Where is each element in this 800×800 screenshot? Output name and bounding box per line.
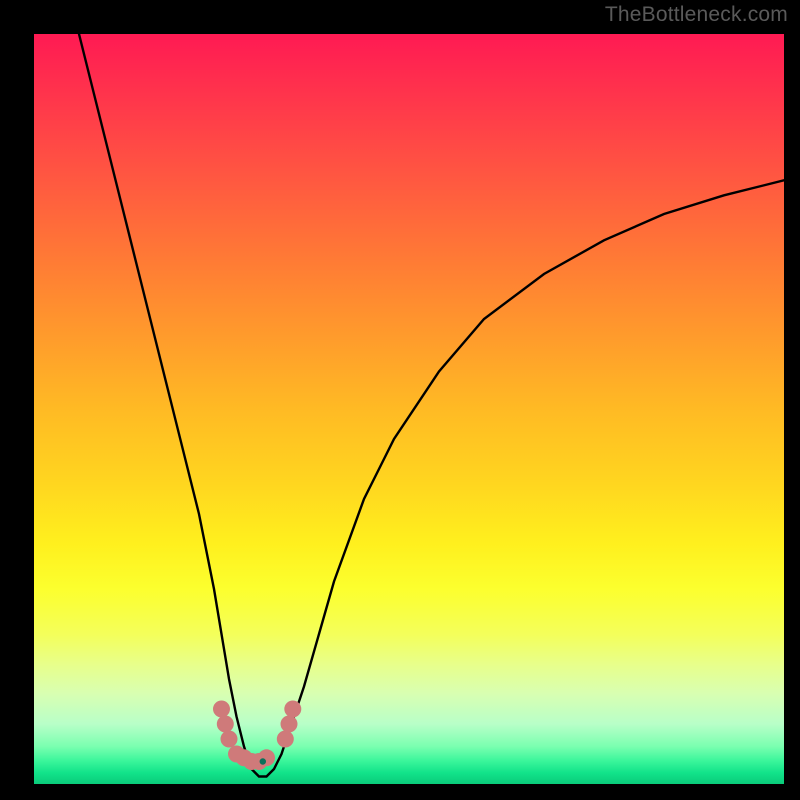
marker-dot [217,716,234,733]
marker-dot [284,701,301,718]
bottleneck-curve [79,34,784,777]
chart-frame: TheBottleneck.com [0,0,800,800]
optimum-dot [260,758,266,764]
plot-area [34,34,784,784]
marker-dot [277,731,294,748]
marker-dot [281,716,298,733]
marker-dot [221,731,238,748]
watermark-text: TheBottleneck.com [605,3,788,27]
curve-layer [34,34,784,784]
marker-cluster-right [277,701,302,748]
marker-cluster-left [213,701,275,771]
marker-dot [213,701,230,718]
